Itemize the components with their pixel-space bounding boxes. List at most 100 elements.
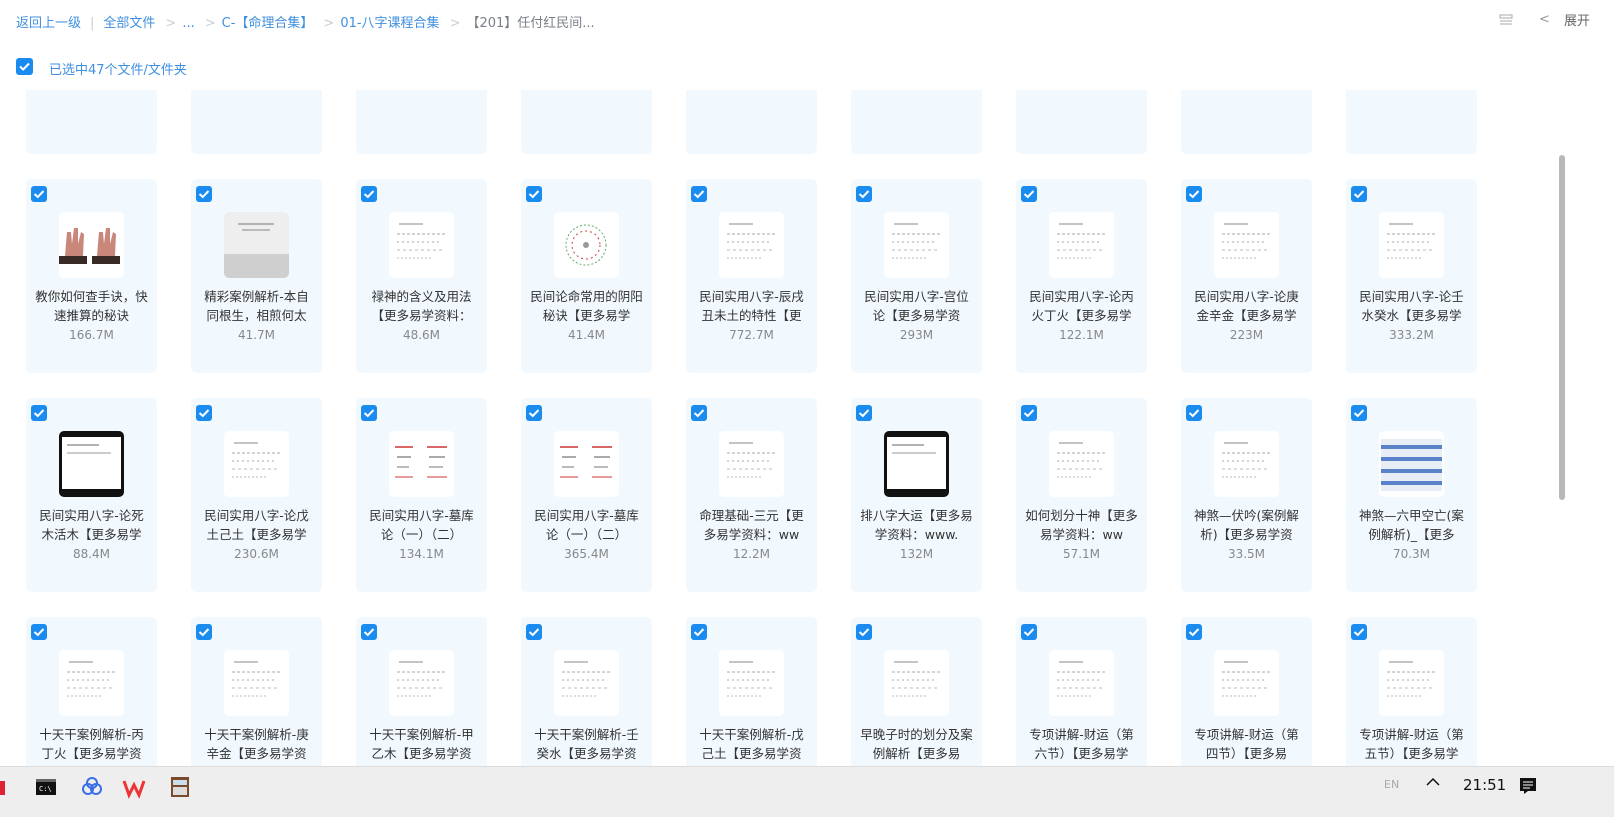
file-card[interactable]: 方式（虚实、互36.6M	[26, 90, 157, 154]
file-checkbox[interactable]	[691, 405, 707, 421]
file-card[interactable]: 民间实用八字-论戊土己土【更多易学 230.6M	[191, 398, 322, 592]
file-card[interactable]: 教你如何查手诀，快速推算的秘诀 166.7M	[26, 179, 157, 373]
file-name: 如何划分十神【更多易学资料：ww	[1025, 508, 1138, 542]
file-card[interactable]: 民间论命常用的阴阳秘诀【更多易学 41.4M	[521, 179, 652, 373]
file-checkbox[interactable]	[196, 186, 212, 202]
file-checkbox[interactable]	[196, 405, 212, 421]
file-card[interactable]: 民间实用八字-墓库论（一）（二） 365.4M	[521, 398, 652, 592]
file-checkbox[interactable]	[1021, 624, 1037, 640]
file-size: 772.7M	[729, 328, 774, 342]
file-thumbnail	[224, 650, 289, 716]
pen-app-icon[interactable]	[0, 775, 24, 799]
file-checkbox[interactable]	[1351, 186, 1367, 202]
file-thumbnail	[719, 212, 784, 278]
chevron-up-icon[interactable]	[1424, 773, 1442, 795]
file-name: 民间实用八字-论壬水癸水【更多易学	[1359, 289, 1464, 323]
file-card[interactable]: 民间实用八字-辰戌丑未土的特性【更 772.7M	[686, 179, 817, 373]
breadcrumb-item-c2[interactable]: 01-八字课程合集	[340, 12, 439, 31]
cloud-app-icon[interactable]	[80, 775, 104, 799]
taskbar: C:\ EN 21:51	[0, 766, 1614, 817]
file-card[interactable]: 神煞—伏吟(案例解析)【更多易学资 33.5M	[1181, 398, 1312, 592]
file-checkbox[interactable]	[856, 405, 872, 421]
file-card[interactable]: 多易学资料：ww26.7M	[851, 90, 982, 154]
file-thumbnail	[1214, 431, 1279, 497]
file-checkbox[interactable]	[1021, 186, 1037, 202]
file-card[interactable]: 多易学资料：ww41.3M	[356, 90, 487, 154]
file-card[interactable]: 民间实用八字-论壬水癸水【更多易学 333.2M	[1346, 179, 1477, 373]
breadcrumb-all-files[interactable]: 全部文件	[103, 12, 155, 31]
file-thumbnail	[554, 212, 619, 278]
file-card[interactable]: 多易学资料：ww28.9M	[686, 90, 817, 154]
file-card[interactable]: 多易学资料：ww26.5M	[521, 90, 652, 154]
file-card[interactable]: 专项讲解-财运（第五节）【更多易学	[1346, 617, 1477, 766]
file-card[interactable]: 专项讲解-财运（第四节）【更多易	[1181, 617, 1312, 766]
file-checkbox[interactable]	[856, 186, 872, 202]
file-card[interactable]: 民间实用八字-宫位论【更多易学资 293M	[851, 179, 982, 373]
file-checkbox[interactable]	[31, 186, 47, 202]
file-card[interactable]: 排八字大运【更多易学资料：www. 132M	[851, 398, 982, 592]
file-card[interactable]: 多易学资料：ww27.4M	[1016, 90, 1147, 154]
scrollbar-thumb[interactable]	[1559, 155, 1565, 500]
calculator-app-icon[interactable]	[168, 775, 192, 799]
file-checkbox[interactable]	[691, 624, 707, 640]
file-card[interactable]: 十天干案例解析-丙丁火【更多易学资	[26, 617, 157, 766]
file-card[interactable]: 多易学资料：ww33.8M	[1181, 90, 1312, 154]
file-size: 12.2M	[732, 547, 771, 561]
file-checkbox[interactable]	[526, 186, 542, 202]
file-card[interactable]: 民间实用八字-论丙火丁火【更多易学 122.1M	[1016, 179, 1147, 373]
file-card[interactable]: 十天干案例解析-庚辛金【更多易学资	[191, 617, 322, 766]
file-card[interactable]: 十天干案例解析-甲乙木【更多易学资	[356, 617, 487, 766]
file-name: 民间实用八字-论戊土己土【更多易学	[204, 508, 309, 542]
file-card[interactable]: 精彩案例解析-本自同根生，相煎何太 41.7M	[191, 179, 322, 373]
select-all-checkbox[interactable]	[16, 58, 33, 75]
file-checkbox[interactable]	[1186, 624, 1202, 640]
file-card[interactable]: 神煞—六甲空亡(案例解析)_【更多 70.3M	[1346, 398, 1477, 592]
file-checkbox[interactable]	[691, 186, 707, 202]
file-card[interactable]: 专项讲解-财运（第六节）【更多易学	[1016, 617, 1147, 766]
file-checkbox[interactable]	[361, 186, 377, 202]
file-card[interactable]: 民间实用八字-墓库论（一）（二） 134.1M	[356, 398, 487, 592]
file-card[interactable]: 民间实用八字-论死木活木【更多易学 88.4M	[26, 398, 157, 592]
file-thumbnail	[224, 431, 289, 497]
file-card[interactable]: 早晚子时的划分及案例解析【更多易	[851, 617, 982, 766]
terminal-icon[interactable]: C:\	[34, 775, 58, 799]
file-checkbox[interactable]	[526, 624, 542, 640]
file-card[interactable]: 易学资料：www....80.6M	[191, 90, 322, 154]
language-indicator[interactable]: EN	[1384, 778, 1399, 791]
file-checkbox[interactable]	[1186, 186, 1202, 202]
file-checkbox[interactable]	[361, 405, 377, 421]
file-card[interactable]: 命理基础-三元【更多易学资料：ww 12.2M	[686, 398, 817, 592]
file-card[interactable]: 易学资料：www.14.2M	[1346, 90, 1477, 154]
file-checkbox[interactable]	[196, 624, 212, 640]
breadcrumb-ellipsis[interactable]: ...	[182, 16, 194, 31]
breadcrumb: 返回上一级 | 全部文件 >... > C-【命理合集】 >01-八字课程合集 > 【201】任…	[16, 12, 595, 31]
file-checkbox[interactable]	[1351, 624, 1367, 640]
file-checkbox[interactable]	[1351, 405, 1367, 421]
file-card[interactable]: 如何划分十神【更多易学资料：ww 57.1M	[1016, 398, 1147, 592]
breadcrumb-item-c1[interactable]: C-【命理合集】	[222, 12, 314, 31]
file-card[interactable]: 十天干案例解析-壬癸水【更多易学资	[521, 617, 652, 766]
list-view-icon[interactable]	[1499, 13, 1513, 27]
back-link[interactable]: 返回上一级	[16, 12, 81, 31]
notification-icon[interactable]	[1518, 775, 1538, 799]
file-checkbox[interactable]	[856, 624, 872, 640]
file-checkbox[interactable]	[31, 624, 47, 640]
file-checkbox[interactable]	[1021, 405, 1037, 421]
file-checkbox[interactable]	[361, 624, 377, 640]
expand-button[interactable]: 展开	[1564, 10, 1590, 29]
file-card[interactable]: 禄神的含义及用法【更多易学资料： 48.6M	[356, 179, 487, 373]
chevron-right-icon: >	[323, 16, 335, 31]
file-checkbox[interactable]	[31, 405, 47, 421]
file-thumbnail	[1214, 650, 1279, 716]
clock[interactable]: 21:51	[1463, 776, 1506, 794]
file-thumbnail	[884, 650, 949, 716]
file-card[interactable]: 民间实用八字-论庚金辛金【更多易学 223M	[1181, 179, 1312, 373]
file-checkbox[interactable]	[526, 405, 542, 421]
file-card[interactable]: 十天干案例解析-戊己土【更多易学资	[686, 617, 817, 766]
file-name: 民间实用八字-论死木活木【更多易学	[39, 508, 144, 542]
file-size: 293M	[899, 328, 934, 342]
wps-icon[interactable]	[122, 775, 146, 799]
file-thumbnail	[1379, 212, 1444, 278]
file-size: 88.4M	[72, 547, 111, 561]
file-checkbox[interactable]	[1186, 405, 1202, 421]
